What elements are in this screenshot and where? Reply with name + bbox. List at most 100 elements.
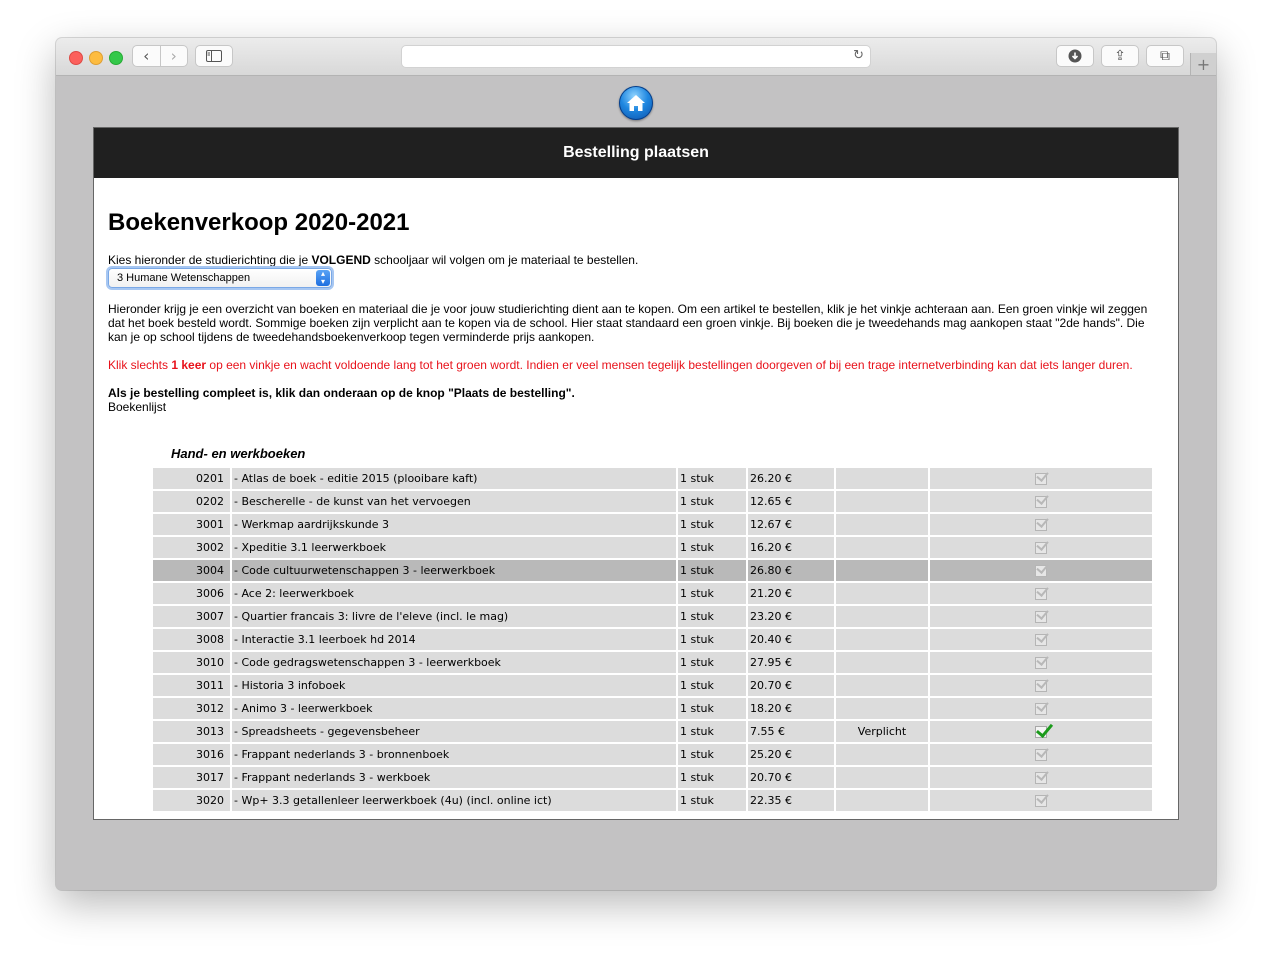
table-row: 0201- Atlas de boek - editie 2015 (plooi… — [153, 468, 1152, 489]
book-title: - Werkmap aardrijkskunde 3 — [232, 514, 676, 535]
order-toggle-cell — [930, 767, 1152, 788]
order-toggle-cell — [930, 698, 1152, 719]
unchecked-checkbox-icon[interactable] — [1035, 703, 1047, 715]
book-status — [836, 675, 928, 696]
order-toggle-cell — [930, 629, 1152, 650]
unchecked-checkbox-icon[interactable] — [1035, 772, 1047, 784]
book-code: 3010 — [153, 652, 230, 673]
unchecked-checkbox-icon[interactable] — [1035, 473, 1047, 485]
book-list-label: Boekenlijst — [108, 400, 167, 414]
book-status — [836, 537, 928, 558]
book-status — [836, 491, 928, 512]
choose-text-after: schooljaar wil volgen om je materiaal te… — [370, 253, 639, 267]
choose-text-bold: VOLGEND — [311, 253, 371, 267]
book-quantity: 1 stuk — [678, 721, 746, 742]
book-quantity: 1 stuk — [678, 698, 746, 719]
home-button[interactable] — [619, 86, 653, 120]
warning-text-bold: 1 keer — [171, 358, 207, 372]
address-bar[interactable]: ↻ — [401, 45, 871, 68]
book-code: 3006 — [153, 583, 230, 604]
study-direction-select[interactable]: 3 Humane Wetenschappen ▴ ▾ — [108, 268, 332, 288]
book-title: - Historia 3 infoboek — [232, 675, 676, 696]
book-code: 3007 — [153, 606, 230, 627]
complete-order-note: Als je bestelling compleet is, klik dan … — [108, 386, 575, 400]
chevron-left-icon: ‹ — [143, 47, 150, 65]
book-code: 3016 — [153, 744, 230, 765]
close-window-button[interactable] — [69, 51, 83, 65]
back-button[interactable]: ‹ — [133, 46, 160, 66]
book-quantity: 1 stuk — [678, 560, 746, 581]
book-code: 3002 — [153, 537, 230, 558]
tab-overview-button[interactable]: ⧉ — [1146, 45, 1184, 67]
unchecked-checkbox-icon[interactable] — [1035, 795, 1047, 807]
home-icon — [627, 95, 645, 111]
order-toggle-cell — [930, 468, 1152, 489]
books-table: 0201- Atlas de boek - editie 2015 (plooi… — [151, 466, 1154, 813]
order-toggle-cell — [930, 652, 1152, 673]
book-quantity: 1 stuk — [678, 767, 746, 788]
checked-checkbox-icon[interactable] — [1035, 726, 1047, 738]
book-price: 21.20 € — [748, 583, 834, 604]
book-quantity: 1 stuk — [678, 537, 746, 558]
table-row: 3004- Code cultuurwetenschappen 3 - leer… — [153, 560, 1152, 581]
book-quantity: 1 stuk — [678, 583, 746, 604]
book-quantity: 1 stuk — [678, 468, 746, 489]
book-quantity: 1 stuk — [678, 514, 746, 535]
book-code: 3004 — [153, 560, 230, 581]
book-price: 12.65 € — [748, 491, 834, 512]
downloads-button[interactable] — [1056, 45, 1094, 67]
unchecked-checkbox-icon[interactable] — [1035, 565, 1047, 577]
book-code: 3011 — [153, 675, 230, 696]
new-tab-button[interactable]: + — [1190, 53, 1216, 75]
select-arrows-icon: ▴ ▾ — [316, 270, 330, 286]
book-price: 12.67 € — [748, 514, 834, 535]
book-status — [836, 767, 928, 788]
tabs-icon: ⧉ — [1160, 48, 1170, 64]
unchecked-checkbox-icon[interactable] — [1035, 611, 1047, 623]
order-toggle-cell — [930, 583, 1152, 604]
book-price: 27.95 € — [748, 652, 834, 673]
table-row: 3001- Werkmap aardrijkskunde 31 stuk 12.6… — [153, 514, 1152, 535]
book-code: 3001 — [153, 514, 230, 535]
intro-paragraph: Hieronder krijg je een overzicht van boe… — [108, 302, 1148, 344]
book-quantity: 1 stuk — [678, 652, 746, 673]
share-button[interactable]: ⇪ — [1101, 45, 1139, 67]
forward-button[interactable]: › — [159, 46, 188, 66]
sidebar-toggle-button[interactable] — [195, 45, 233, 67]
book-code: 3017 — [153, 767, 230, 788]
page-content: Boekenverkoop 2020-2021 Kies hieronder d… — [94, 208, 1178, 813]
table-row: 3011- Historia 3 infoboek 1 stuk 20.70 € — [153, 675, 1152, 696]
book-status — [836, 629, 928, 650]
book-code: 3012 — [153, 698, 230, 719]
book-title: - Bescherelle - de kunst van het vervoeg… — [232, 491, 676, 512]
unchecked-checkbox-icon[interactable] — [1035, 680, 1047, 692]
book-quantity: 1 stuk — [678, 675, 746, 696]
browser-toolbar: ‹ › ↻ ⇪ ⧉ + — [56, 38, 1216, 76]
unchecked-checkbox-icon[interactable] — [1035, 634, 1047, 646]
unchecked-checkbox-icon[interactable] — [1035, 519, 1047, 531]
table-row: 3002- Xpeditie 3.1 leerwerkboek 1 stuk 16.… — [153, 537, 1152, 558]
page-banner: Bestelling plaatsen — [94, 128, 1178, 178]
minimize-window-button[interactable] — [89, 51, 103, 65]
unchecked-checkbox-icon[interactable] — [1035, 588, 1047, 600]
unchecked-checkbox-icon[interactable] — [1035, 542, 1047, 554]
unchecked-checkbox-icon[interactable] — [1035, 657, 1047, 669]
book-status — [836, 583, 928, 604]
book-title: - Animo 3 - leerwerkboek — [232, 698, 676, 719]
book-title: - Xpeditie 3.1 leerwerkboek — [232, 537, 676, 558]
unchecked-checkbox-icon[interactable] — [1035, 749, 1047, 761]
order-toggle-cell — [930, 721, 1152, 742]
book-title: - Quartier francais 3: livre de l'eleve … — [232, 606, 676, 627]
book-title: - Interactie 3.1 leerboek hd 2014 — [232, 629, 676, 650]
book-quantity: 1 stuk — [678, 491, 746, 512]
book-status — [836, 790, 928, 811]
book-code: 0202 — [153, 491, 230, 512]
table-row: 3012- Animo 3 - leerwerkboek 1 stuk 18.20 … — [153, 698, 1152, 719]
book-price: 20.70 € — [748, 767, 834, 788]
zoom-window-button[interactable] — [109, 51, 123, 65]
sidebar-icon — [206, 50, 222, 62]
browser-window: ‹ › ↻ ⇪ ⧉ + Bestelling plaatsen Boekenve… — [56, 38, 1216, 890]
unchecked-checkbox-icon[interactable] — [1035, 496, 1047, 508]
reload-icon[interactable]: ↻ — [853, 48, 864, 63]
book-title: - Ace 2: leerwerkboek — [232, 583, 676, 604]
